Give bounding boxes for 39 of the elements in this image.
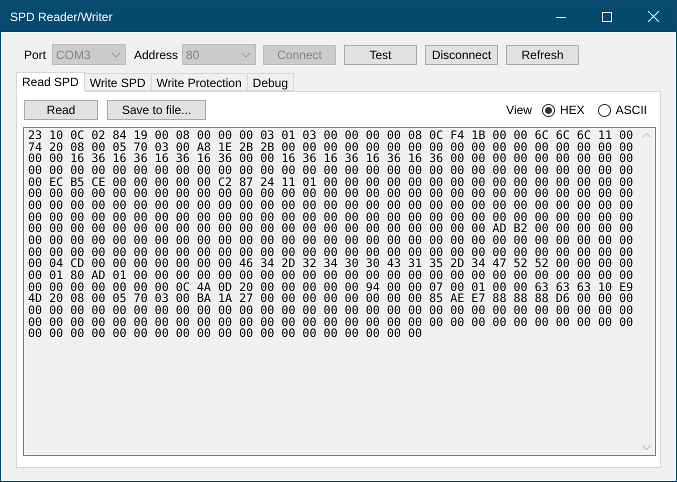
window-title: SPD Reader/Writer	[10, 8, 112, 26]
panel-button[interactable]: Save to file...	[107, 100, 206, 120]
toolbar-button[interactable]: Refresh	[506, 44, 579, 64]
hex-line: 00 00 00 00 00 00 00 00 00 00 00 00 00 00 00 00 00 00 00 00 00 00 00 00 00 00 00 00 00	[28, 316, 634, 328]
hex-line: 4D 20 08 00 05 70 03 00 BA 1A 27 00 00 00 00 00 00 00 00 85 AE E7 88 88 88 D6 00 00 00	[28, 293, 634, 305]
port-label: Port	[24, 46, 48, 64]
hex-line: 00 00 00 00 00 00 00 00 00 00 00 00 00 00 00 00 00 00 00 00 00 00 AD B2 00 00 00 00 00	[28, 223, 634, 235]
hex-line: 00 00 00 00 00 00 00 0C 4A 0D 20 00 00 00 00 00 94 00 00 07 00 01 00 00 63 63 63 10 E9	[28, 282, 634, 294]
address-label: Address	[134, 46, 180, 64]
hex-line: 00 00 00 00 00 00 00 00 00 00 00 00 00 00 00 00 00 00 00 00 00 00 00 00 00 00 00 00 00	[28, 200, 634, 212]
tab[interactable]: Read SPD	[16, 72, 85, 92]
radio-button[interactable]	[542, 104, 555, 116]
hex-line: 23 10 0C 02 84 19 00 08 00 00 00 03 01 03 00 00 00 00 08 0C F4 1B 00 00 6C 6C 6C 11 00	[28, 130, 634, 142]
hex-line: 00 EC B5 CE 00 00 00 00 00 C2 87 24 11 01 00 00 00 00 00 00 00 00 00 00 00 00 00 00 00	[28, 176, 634, 188]
chevron-down-icon	[241, 52, 251, 58]
hex-line: 00 00 00 00 00 00 00 00 00 00 00 00 00 00 00 00 00 00 00 00 00 00 00 00 00 00 00 00 00	[28, 304, 634, 316]
hex-line: 00 00 00 00 00 00 00 00 00 00 00 00 00 00 00 00 00 00 00 00 00 00 00 00 00 00 00 00 00	[28, 164, 634, 177]
hex-line: 00 04 CD 00 00 00 00 00 00 00 46 34 2D 32 34 30 30 43 31 35 2D 34 47 52 52 00 00 00 00	[28, 258, 634, 270]
maximize-icon	[602, 12, 612, 22]
hex-line: 74 20 08 00 05 70 03 00 A8 1E 2B 2B 00 00 00 00 00 00 00 00 00 00 00 00 00 00 00 00 00	[28, 142, 634, 154]
hex-line: 00 00 00 00 00 00 00 00 00 00 00 00 00 00 00 00 00 00 00 00 00 00 00 00 00 00 00 00 00	[28, 246, 634, 258]
radio-option[interactable]: ASCII	[598, 101, 647, 119]
chevron-down-icon	[111, 52, 121, 58]
close-icon	[648, 11, 658, 22]
panel-button[interactable]: Read	[24, 100, 98, 120]
hex-line: 00 00 00 00 00 00 00 00 00 00 00 00 00 00 00 00 00 00 00 00 00 00 00 00 00 00 00 00 00	[28, 212, 634, 224]
view-label: View	[506, 102, 532, 119]
radio-option[interactable]: HEX	[542, 101, 585, 119]
hex-line: 00 01 80 AD 01 00 00 00 00 00 00 00 00 00 00 00 00 00 00 00 00 00 00 00 00 00 00 00 00	[28, 270, 634, 282]
hex-line: 00 00 00 00 00 00 00 00 00 00 00 00 00 00 00 00 00 00 00 00 00 00 00 00 00 00 00 00 00	[28, 234, 634, 247]
hex-line: 00 00 16 36 16 36 16 36 16 36 00 00 16 36 16 36 16 36 16 36 00 00 00 00 00 00 00 00 00	[28, 153, 634, 165]
tab[interactable]: Debug	[248, 73, 294, 91]
hex-line: 00 00 00 00 00 00 00 00 00 00 00 00 00 00 00 00 00 00 00	[28, 328, 422, 340]
toolbar-button[interactable]: Disconnect	[425, 44, 498, 64]
toolbar-button[interactable]: Test	[344, 44, 417, 64]
hex-line: 00 00 00 00 00 00 00 00 00 00 00 00 00 00 00 00 00 00 00 00 00 00 00 00 00 00 00 00 00	[28, 188, 634, 200]
radio-button[interactable]	[598, 104, 611, 116]
tab[interactable]: Write SPD	[84, 73, 152, 91]
tab[interactable]: Write Protection	[152, 73, 248, 91]
